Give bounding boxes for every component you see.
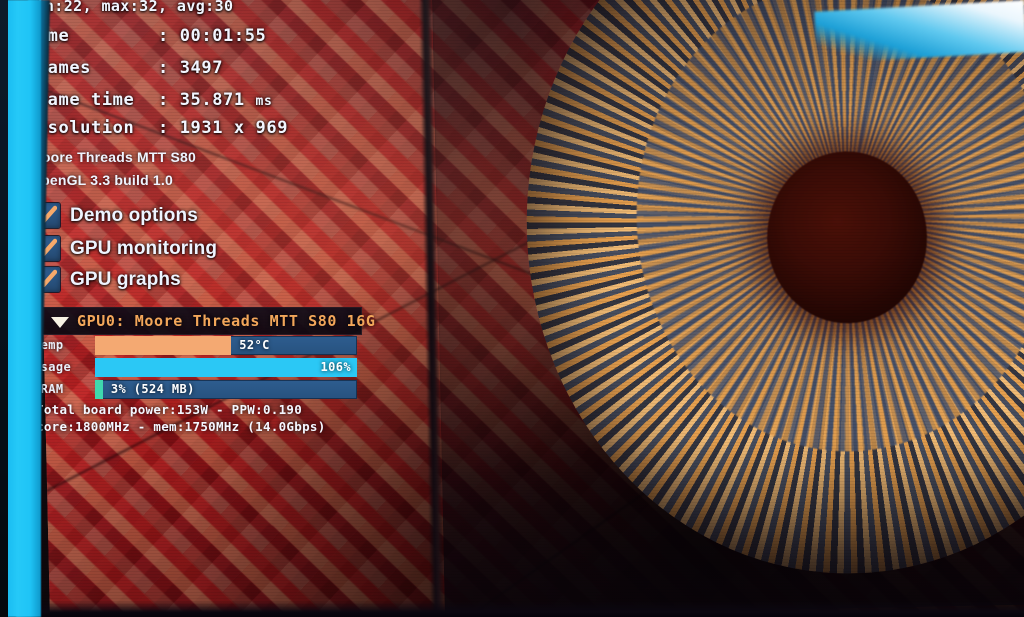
metric-track-vram: 3% (524 MB) (95, 380, 357, 399)
clock-speed-line: core:1800MHz - mem:1750MHz (14.0Gbps) (36, 419, 326, 434)
metric-value-vram: 3% (524 MB) (110, 382, 195, 396)
benchmark-hud: min:22, max:32, avg:30 Time: 00:01:55 Fr… (0, 0, 1024, 617)
metric-track-usage: 106% (95, 358, 357, 377)
stat-row-frame-time: Frame time: 35.871 ms (26, 90, 272, 110)
monitor-edge-left (0, 0, 8, 617)
stat-value: 00:01:55 (179, 26, 267, 46)
photographed-monitor: min:22, max:32, avg:30 Time: 00:01:55 Fr… (0, 0, 1024, 617)
gpu-panel-title: GPU0: Moore Threads MTT S80 16G (77, 312, 376, 330)
stat-units: ms (255, 94, 273, 109)
monitor-edge-bottom (0, 601, 1024, 617)
metric-value-temp: 52°C (239, 338, 270, 352)
stat-separator: : (158, 90, 169, 110)
monitor-bezel-left (5, 0, 41, 617)
metric-value-usage: 106% (320, 360, 351, 374)
fps-summary: min:22, max:32, avg:30 (26, 0, 234, 15)
stat-row-resolution: Resolution: 1931 x 969 (26, 118, 288, 138)
stat-separator: : (158, 58, 169, 78)
gpu-device-name: Moore Threads MTT S80 (30, 149, 197, 165)
checkbox-label-demo-options[interactable]: Demo options (70, 205, 198, 227)
metric-fill-temp (95, 336, 232, 355)
stat-separator: : (158, 26, 169, 46)
stat-row-time: Time: 00:01:55 (26, 26, 266, 46)
stat-value: 1931 x 969 (179, 118, 289, 138)
checkbox-label-gpu-graphs[interactable]: GPU graphs (70, 269, 181, 291)
stat-separator: : (158, 118, 169, 138)
checkbox-label-gpu-monitoring[interactable]: GPU monitoring (70, 238, 217, 260)
stat-value: 35.871 (179, 90, 245, 110)
metric-track-temp: 52°C (95, 336, 357, 355)
metric-fill-usage (95, 358, 357, 377)
chevron-down-icon[interactable] (51, 317, 69, 328)
gpu-panel-header[interactable]: GPU0: Moore Threads MTT S80 16G (38, 307, 375, 335)
stat-row-frames: Frames: 3497 (26, 58, 223, 78)
board-power-line: Total board power:153W - PPW:0.190 (36, 402, 303, 417)
metric-fill-vram (95, 380, 103, 399)
graphics-api-version: OpenGL 3.3 build 1.0 (30, 172, 173, 188)
stat-value: 3497 (179, 58, 224, 78)
